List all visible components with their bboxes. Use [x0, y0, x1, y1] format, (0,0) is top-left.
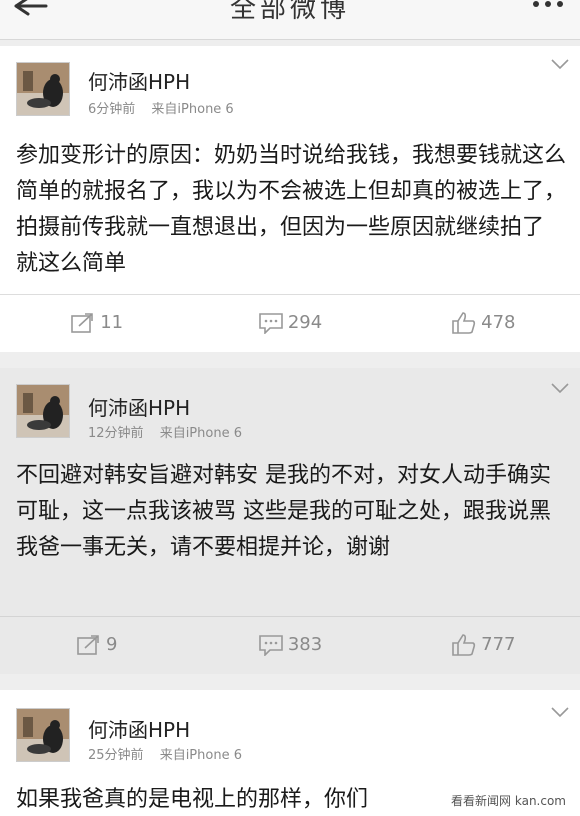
- chevron-down-icon[interactable]: [550, 706, 570, 718]
- page-title: 全部微博: [229, 0, 350, 24]
- post-source: 来自iPhone 6: [159, 748, 242, 763]
- repost-count: 9: [105, 634, 118, 655]
- post-time: 12分钟前: [88, 426, 144, 441]
- repost-button[interactable]: 9: [0, 634, 193, 656]
- watermark: 看看新闻网 kan.com: [447, 791, 570, 810]
- username[interactable]: 何沛函HPH: [88, 392, 190, 421]
- top-bar: 全部微博: [0, 0, 580, 40]
- repost-icon: [71, 312, 94, 333]
- username[interactable]: 何沛函HPH: [88, 66, 190, 95]
- chevron-down-icon[interactable]: [550, 382, 570, 394]
- comment-count: 383: [287, 634, 323, 655]
- weibo-post[interactable]: 何沛函HPH 6分钟前 来自iPhone 6 参加变形计的原因：奶奶当时说给我钱…: [0, 46, 580, 352]
- post-text: 不回避对韩安旨避对韩安 是我的不对，对女人动手确实可耻，这一点我该被骂 这些是我…: [16, 463, 551, 560]
- post-meta: 6分钟前 来自iPhone 6: [88, 98, 246, 117]
- avatar[interactable]: [16, 384, 70, 438]
- comment-button[interactable]: 294: [193, 312, 386, 334]
- post-text: 参加变形计的原因：奶奶当时说给我钱，我想要钱就这么简单的就报名了，我以为不会被选…: [16, 143, 567, 276]
- post-meta: 12分钟前 来自iPhone 6: [88, 422, 254, 441]
- comment-button[interactable]: 383: [193, 634, 386, 656]
- action-bar: 9 383 777: [0, 616, 580, 672]
- comment-icon: [259, 312, 283, 334]
- more-icon[interactable]: [530, 0, 566, 10]
- like-button[interactable]: 777: [387, 633, 580, 657]
- repost-button[interactable]: 11: [0, 312, 193, 334]
- post-meta: 25分钟前 来自iPhone 6: [88, 744, 254, 763]
- thumbs-up-icon: [452, 311, 476, 334]
- chevron-down-icon[interactable]: [550, 58, 570, 70]
- thumbs-up-icon: [452, 633, 476, 656]
- like-button[interactable]: 478: [387, 311, 580, 335]
- like-count: 478: [481, 312, 516, 333]
- post-source: 来自iPhone 6: [151, 102, 234, 117]
- comment-count: 294: [287, 312, 323, 333]
- repost-count: 11: [100, 312, 124, 333]
- action-bar: 11 294 478: [0, 294, 580, 350]
- username[interactable]: 何沛函HPH: [88, 714, 190, 743]
- post-source: 来自iPhone 6: [159, 426, 242, 441]
- post-time: 6分钟前: [88, 102, 136, 117]
- comment-icon: [259, 634, 283, 656]
- avatar[interactable]: [16, 708, 70, 762]
- like-count: 777: [481, 634, 516, 655]
- avatar[interactable]: [16, 62, 70, 116]
- weibo-post[interactable]: 何沛函HPH 25分钟前 来自iPhone 6 如果我爸真的是电视上的那样，你们…: [0, 690, 580, 816]
- repost-icon: [77, 634, 99, 655]
- post-time: 25分钟前: [88, 748, 144, 763]
- weibo-post[interactable]: 何沛函HPH 12分钟前 来自iPhone 6 不回避对韩安旨避对韩安 是我的不…: [0, 368, 580, 674]
